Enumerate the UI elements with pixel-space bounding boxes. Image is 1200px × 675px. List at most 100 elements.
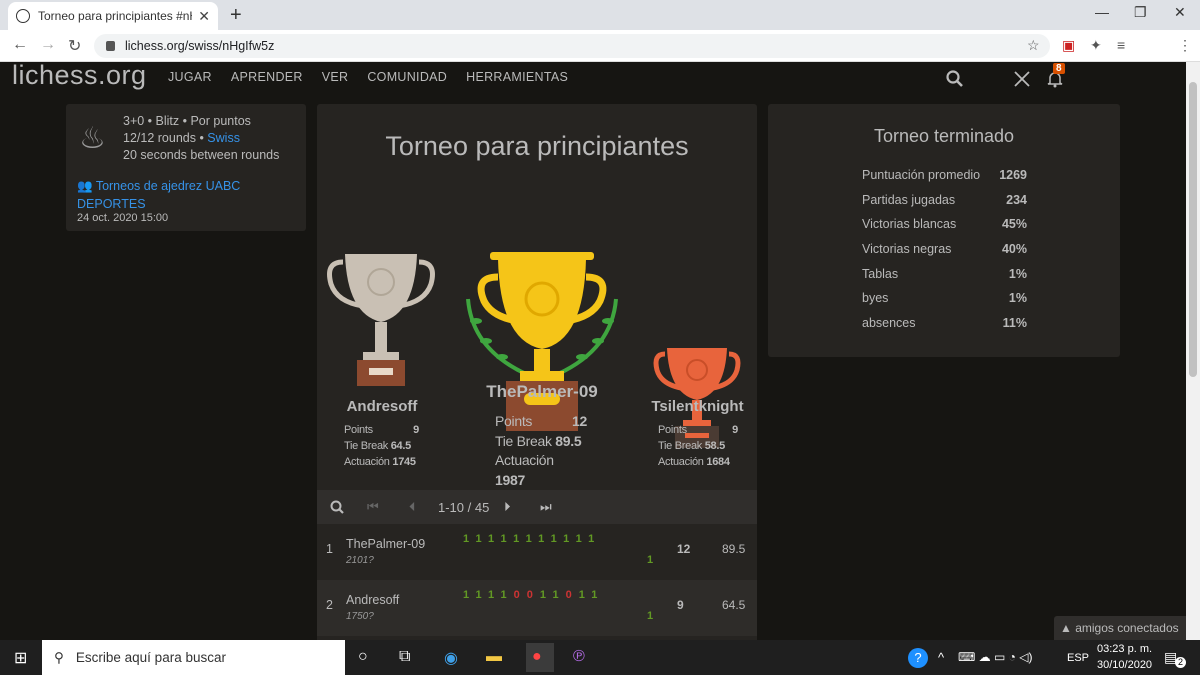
standings-row[interactable]: 2 Andresoff 1750? 11110011011 1 9 64.5 xyxy=(317,580,757,636)
third-place-stats: Points 9 Tie Break 58.5 Actuación 1684 xyxy=(658,424,738,468)
player-rating: 1750? xyxy=(346,611,374,622)
windows-start-icon[interactable]: ⊞ xyxy=(14,648,27,668)
team-link[interactable]: 👥 Torneos de ajedrez UABC DEPORTES xyxy=(77,177,306,213)
windows-taskbar: ⊞ ⚲ Escribe aquí para buscar ○ ⧉ ◉ ▬ ● ℗… xyxy=(0,640,1200,675)
player-tiebreak: 89.5 xyxy=(722,542,746,556)
gold-trophy-icon xyxy=(466,252,618,431)
tournament-date: 24 oct. 2020 15:00 xyxy=(77,212,169,224)
player-points: 12 xyxy=(677,542,691,556)
round-results: 11110011011 xyxy=(463,589,605,601)
notification-badge: 8 xyxy=(1053,63,1065,74)
search-magnifier-icon: ⚲ xyxy=(54,649,64,665)
cortana-icon[interactable]: ○ xyxy=(358,648,368,666)
page-scrollbar[interactable] xyxy=(1186,62,1200,640)
podium-panel: Torneo para principiantes Andresoff Poin… xyxy=(317,104,757,640)
browser-toolbar: ← → ↻ lichess.org/swiss/nHgIfw5z ☆ ▣ ✦ ≡… xyxy=(0,30,1200,62)
tray-chevron-icon[interactable]: ^ xyxy=(938,650,944,665)
player-rating: 2101? xyxy=(346,555,374,566)
taskbar-search[interactable]: ⚲ Escribe aquí para buscar xyxy=(42,640,345,675)
last-page-icon[interactable]: ⏭ xyxy=(540,499,552,515)
close-tab-icon[interactable]: ✕ xyxy=(198,8,210,25)
stat-row: Victorias blancas 45% xyxy=(862,217,1027,232)
stat-row: absences 11% xyxy=(862,316,1027,331)
task-view-icon[interactable]: ⧉ xyxy=(399,648,410,666)
first-page-icon[interactable]: ⏮ xyxy=(367,499,379,515)
language-indicator[interactable]: ESP xyxy=(1067,652,1089,664)
close-window-icon[interactable]: ✕ xyxy=(1174,4,1186,21)
nav-comunidad[interactable]: COMUNIDAD xyxy=(367,70,447,84)
second-place-name[interactable]: Andresoff xyxy=(317,398,447,415)
tournament-title: Torneo para principiantes xyxy=(385,131,689,161)
address-bar[interactable]: lichess.org/swiss/nHgIfw5z xyxy=(94,34,1050,58)
rounds-line: 12/12 rounds • Swiss xyxy=(123,131,240,145)
star-icon[interactable]: ☆ xyxy=(1027,37,1040,54)
extension-shield-icon[interactable]: ▣ xyxy=(1062,37,1075,54)
rank: 1 xyxy=(326,542,333,556)
nav-herramientas[interactable]: HERRAMIENTAS xyxy=(466,70,568,84)
minimize-icon[interactable]: — xyxy=(1095,4,1109,20)
team-icon: 👥 xyxy=(77,179,96,193)
first-place-name[interactable]: ThePalmer-09 xyxy=(457,382,627,402)
reading-list-icon[interactable]: ≡ xyxy=(1117,37,1125,53)
challenge-swords-icon[interactable] xyxy=(1013,70,1031,88)
tray-icons[interactable]: ⌨ ☁ ▭ ◔ ◁) xyxy=(958,650,1032,664)
chrome-icon[interactable]: ● xyxy=(526,643,554,672)
stat-row: Partidas jugadas 234 xyxy=(862,192,1027,207)
page-label: 1-10 / 45 xyxy=(438,499,490,515)
second-place-stats: Points 9 Tie Break 64.5 Actuación 1745 xyxy=(344,424,419,468)
lichess-page: lichess.org JUGAR APRENDER VER COMUNIDAD… xyxy=(0,62,1186,640)
player-name[interactable]: Andresoff xyxy=(346,593,399,607)
picsart-icon[interactable]: ℗ xyxy=(573,648,585,666)
forward-icon[interactable]: → xyxy=(40,36,56,54)
nav-jugar[interactable]: JUGAR xyxy=(168,70,212,84)
url-text: lichess.org/swiss/nHgIfw5z xyxy=(125,39,275,53)
search-icon[interactable] xyxy=(946,70,964,88)
search-players-icon[interactable] xyxy=(330,500,344,514)
first-place-stats: Points 12 Tie Break 89.5 Actuación 1987 xyxy=(495,413,587,488)
help-icon[interactable]: ? xyxy=(908,648,928,668)
prev-page-icon[interactable]: ⏴ xyxy=(409,499,416,515)
clock-time[interactable]: 03:23 p. m. xyxy=(1097,643,1152,655)
round-result-last: 1 xyxy=(647,554,654,566)
standings-pager: ⏮ ⏴ 1-10 / 45 ⏵ ⏭ xyxy=(317,490,757,524)
standings-row[interactable]: 1 ThePalmer-09 2101? 11111111111 1 12 89… xyxy=(317,524,757,580)
summary-title: Torneo terminado xyxy=(873,126,1015,146)
extensions-puzzle-icon[interactable]: ✦ xyxy=(1090,37,1102,54)
taskbar-search-placeholder: Escribe aquí para buscar xyxy=(75,650,226,665)
menu-icon[interactable]: ⋮ xyxy=(1178,37,1192,54)
tournament-summary-panel: Torneo terminado Puntuación promedio 1269… xyxy=(768,104,1120,357)
tournament-meta: 3+0 • Blitz • Por puntos 12/12 rounds • … xyxy=(123,113,279,164)
nav-ver[interactable]: VER xyxy=(322,70,349,84)
back-icon[interactable]: ← xyxy=(12,36,28,54)
edge-icon[interactable]: ◉ xyxy=(444,648,458,668)
file-explorer-icon[interactable]: ▬ xyxy=(486,648,502,666)
nav-aprender[interactable]: APRENDER xyxy=(231,70,303,84)
player-tiebreak: 64.5 xyxy=(722,598,746,612)
lichess-favicon-icon xyxy=(16,9,30,23)
third-place-name[interactable]: Tsilentknight xyxy=(635,398,760,415)
stat-row: Victorias negras 40% xyxy=(862,242,1027,257)
browser-tab[interactable]: Torneo para principiantes #nHgIf ✕ xyxy=(8,2,218,30)
stat-row: byes 1% xyxy=(862,291,1027,306)
stat-row: Tablas 1% xyxy=(862,266,1027,281)
next-page-icon[interactable]: ⏵ xyxy=(504,499,511,515)
blitz-flame-icon: ♨ xyxy=(79,122,106,155)
silver-trophy-icon xyxy=(327,254,435,386)
restore-icon[interactable]: ❐ xyxy=(1134,4,1147,21)
action-center-badge: 2 xyxy=(1175,657,1186,668)
player-name[interactable]: ThePalmer-09 xyxy=(346,537,425,551)
main-nav: JUGAR APRENDER VER COMUNIDAD HERRAMIENTA… xyxy=(168,70,568,84)
clock-date[interactable]: 30/10/2020 xyxy=(1097,659,1152,671)
tab-title: Torneo para principiantes #nHgIf xyxy=(38,9,192,23)
tournament-info-panel: ♨ 3+0 • Blitz • Por puntos 12/12 rounds … xyxy=(66,104,306,231)
online-friends-button[interactable]: ▲ amigos conectados xyxy=(1054,616,1186,640)
player-points: 9 xyxy=(677,598,684,612)
new-tab-icon[interactable]: + xyxy=(230,4,242,27)
round-results: 11111111111 xyxy=(463,533,602,545)
summary-stats: Puntuación promedio 1269 Partidas jugadas… xyxy=(862,168,1027,341)
site-logo[interactable]: lichess.org xyxy=(12,62,147,91)
scrollbar-thumb[interactable] xyxy=(1189,82,1197,377)
swiss-link[interactable]: Swiss xyxy=(207,131,240,145)
reload-icon[interactable]: ↻ xyxy=(68,36,81,56)
stat-row: Puntuación promedio 1269 xyxy=(862,168,1027,182)
